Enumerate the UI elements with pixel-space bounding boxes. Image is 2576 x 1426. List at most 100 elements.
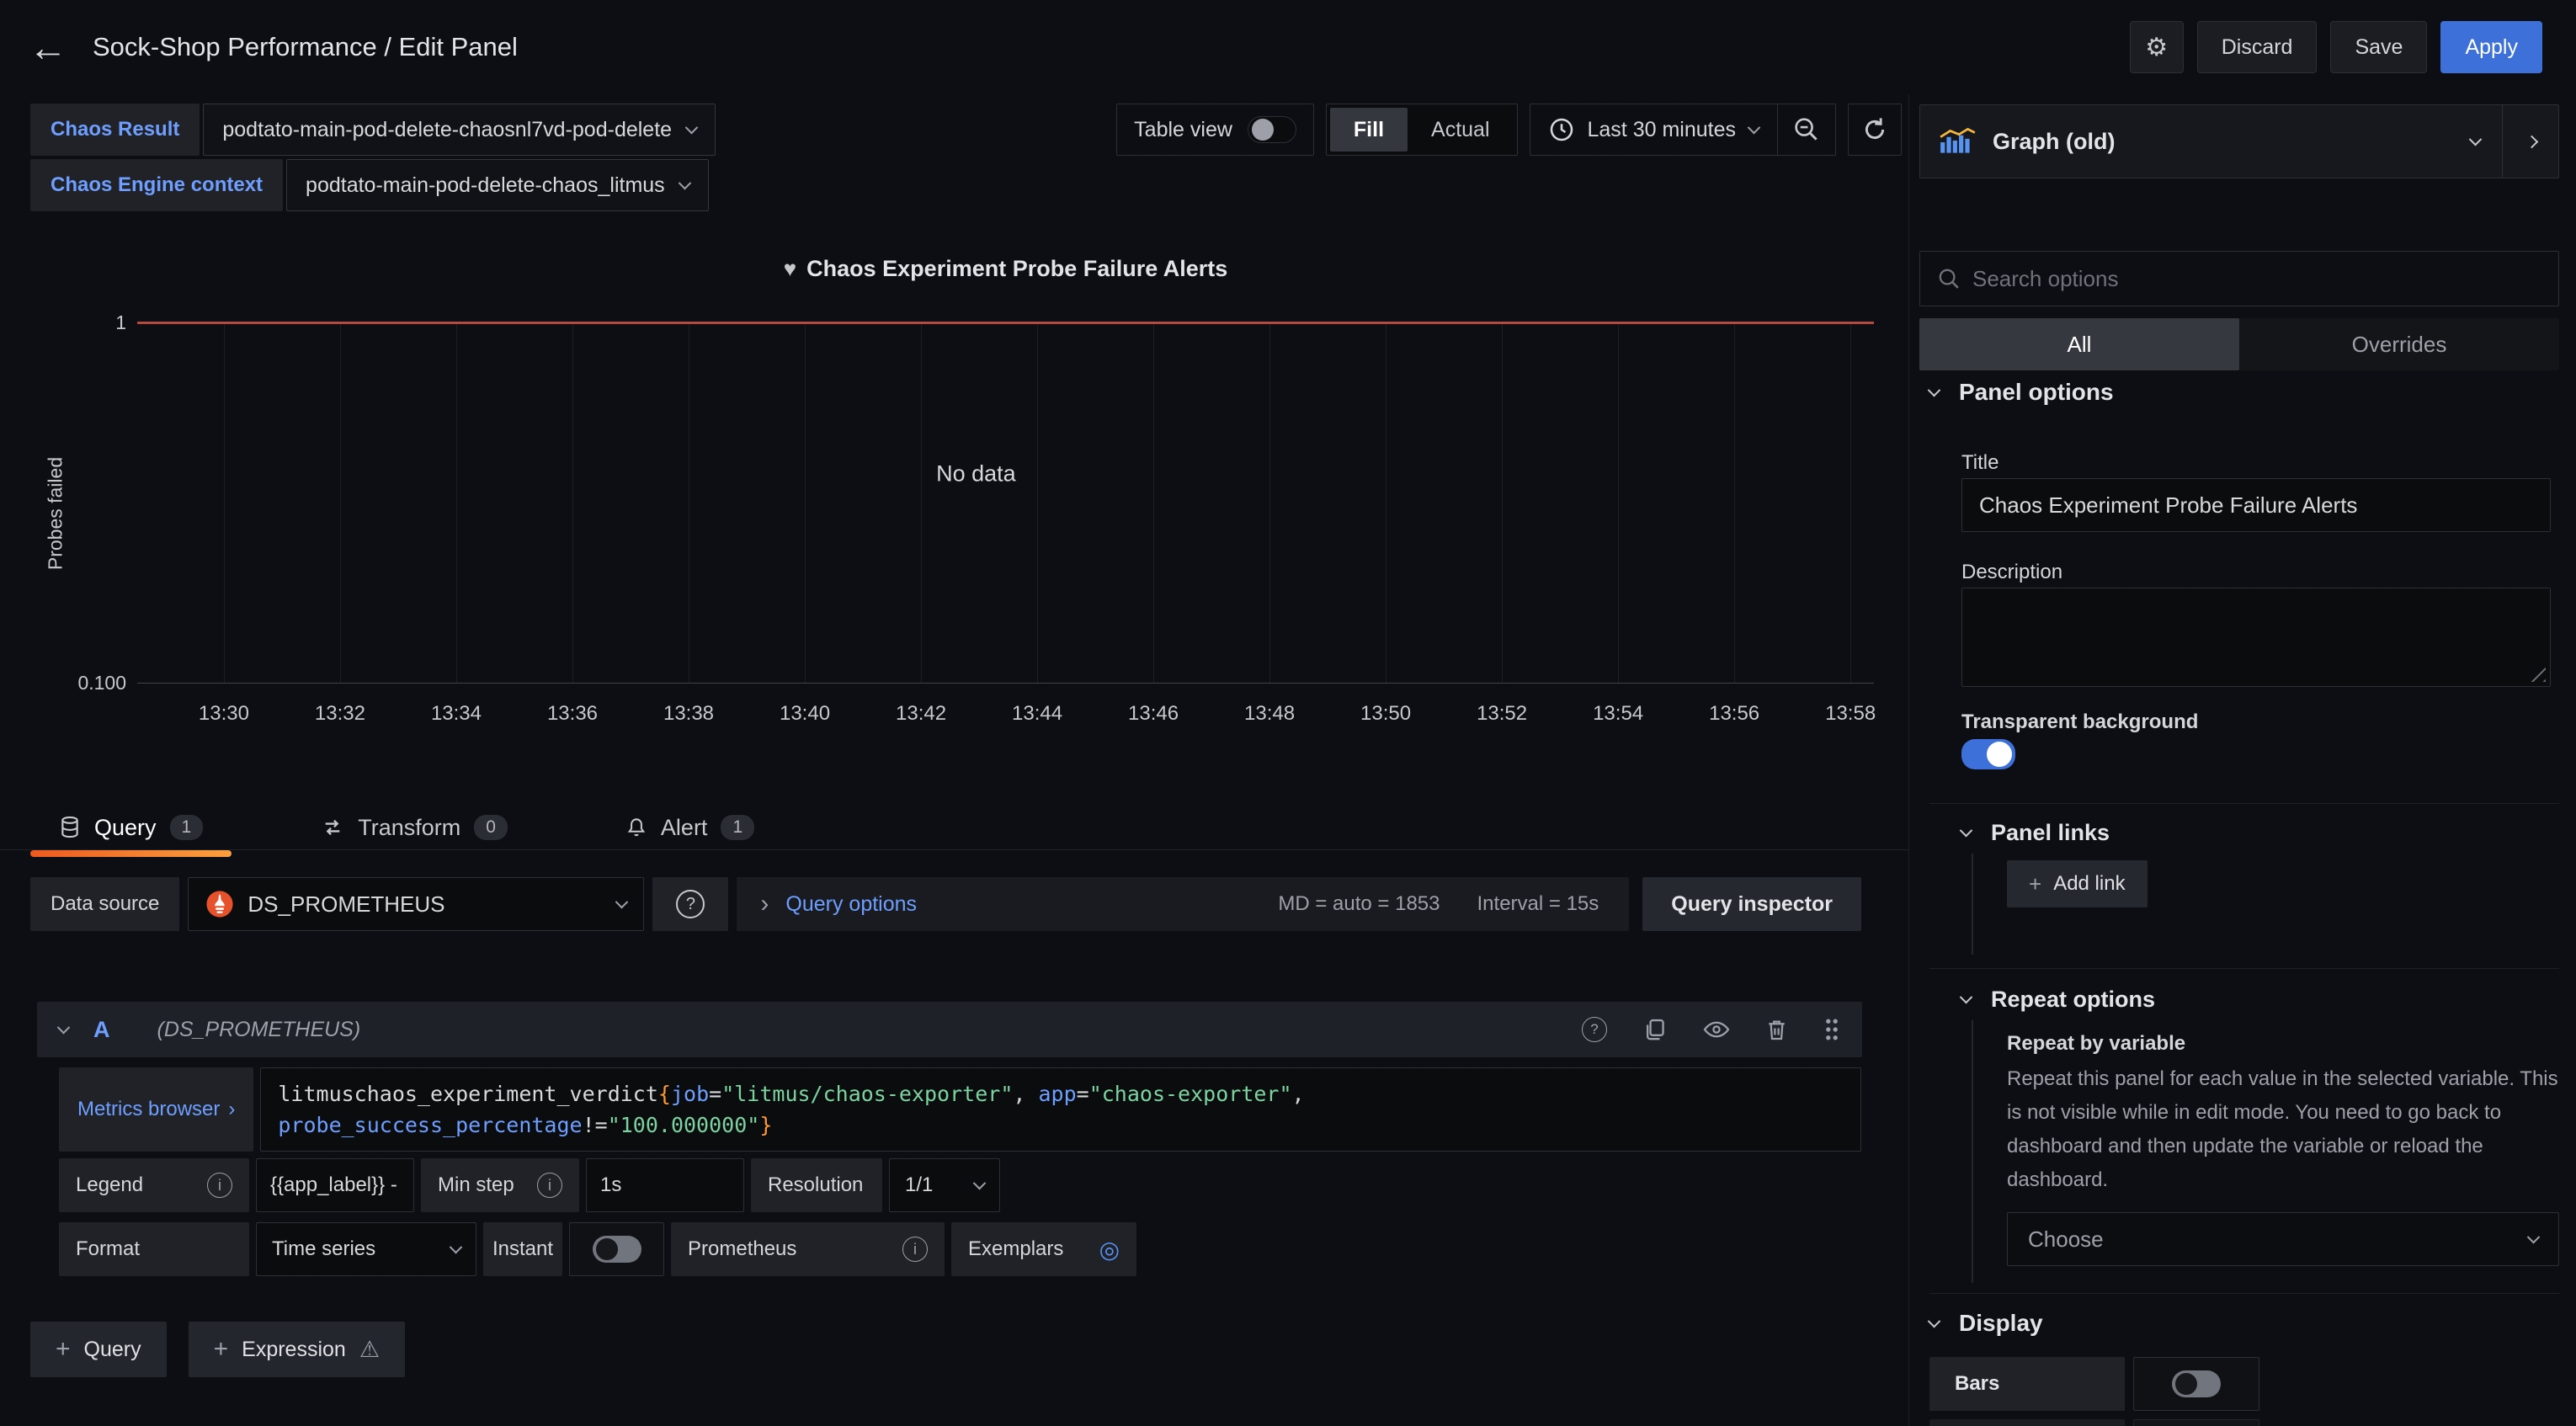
x-tick-label: 13:38: [663, 702, 714, 726]
table-view-label: Table view: [1134, 118, 1232, 142]
time-range-button[interactable]: Last 30 minutes: [1530, 117, 1778, 142]
y-axis-label: Probes failed: [45, 457, 67, 570]
actual-option[interactable]: Actual: [1408, 108, 1513, 152]
resolution-select[interactable]: 1/1: [889, 1158, 1000, 1212]
tab-overrides[interactable]: Overrides: [2239, 318, 2559, 370]
info-icon[interactable]: i: [207, 1173, 232, 1198]
gridline: [224, 322, 225, 683]
instant-toggle-box: [569, 1222, 664, 1276]
next-option-row-clipped: [1929, 1419, 2259, 1426]
variable-value-dropdown[interactable]: podtato-main-pod-delete-chaos_litmus: [286, 159, 709, 211]
tab-alert[interactable]: Alert 1: [597, 806, 783, 849]
drag-handle-icon[interactable]: [1823, 1018, 1840, 1041]
options-search-input[interactable]: [1972, 266, 2541, 292]
metrics-browser-button[interactable]: Metrics browser ›: [59, 1067, 253, 1152]
tab-count-badge: 1: [721, 815, 754, 840]
add-expression-button[interactable]: + Expression ⚠: [189, 1322, 405, 1377]
panel-settings-button[interactable]: ⚙: [2130, 21, 2184, 73]
back-arrow-icon[interactable]: ←: [29, 28, 67, 67]
bars-toggle[interactable]: [2172, 1370, 2221, 1397]
chevron-down-icon: [678, 176, 691, 189]
tab-transform[interactable]: Transform 0: [292, 806, 536, 849]
add-query-button[interactable]: + Query: [30, 1322, 167, 1377]
x-tick-label: 13:52: [1477, 702, 1527, 726]
section-display[interactable]: Display: [1929, 1310, 2043, 1337]
legend-input[interactable]: [256, 1158, 414, 1212]
x-tick-label: 13:48: [1244, 702, 1295, 726]
toggle-viz-list-button[interactable]: [2503, 105, 2558, 178]
gridline: [1734, 322, 1735, 683]
refresh-button[interactable]: [1848, 104, 1902, 156]
collapse-query-icon[interactable]: [57, 1020, 71, 1034]
panel-title-input[interactable]: [1961, 478, 2551, 532]
options-search: [1919, 251, 2559, 306]
section-panel-links[interactable]: Panel links: [1961, 820, 2110, 846]
chart-title: ♥Chaos Experiment Probe Failure Alerts: [137, 256, 1874, 282]
query-options-bar[interactable]: › Query options MD = auto = 1853 Interva…: [737, 877, 1629, 931]
delete-query-icon[interactable]: [1765, 1018, 1788, 1042]
query-options-row-2: Format Time series Instant Prometheusi E…: [59, 1222, 1136, 1276]
chevron-down-icon: [2469, 132, 2483, 146]
interval: Interval = 15s: [1477, 892, 1599, 916]
table-view-control: Table view: [1116, 104, 1314, 156]
promql-expression[interactable]: litmuschaos_experiment_verdict{job="litm…: [260, 1067, 1861, 1152]
info-icon[interactable]: i: [902, 1237, 928, 1262]
query-row-header[interactable]: A (DS_PROMETHEUS) ?: [37, 1002, 1862, 1057]
transparent-background-toggle[interactable]: [1961, 739, 2015, 769]
page-title: Sock-Shop Performance / Edit Panel: [93, 32, 518, 62]
tab-label: Alert: [661, 815, 708, 841]
plot-area[interactable]: No data: [137, 322, 1874, 684]
duplicate-query-icon[interactable]: [1642, 1017, 1668, 1042]
repeat-help-text: Repeat this panel for each value in the …: [2007, 1062, 2559, 1197]
chevron-down-icon: [1748, 120, 1761, 134]
gridline: [340, 322, 341, 683]
save-button[interactable]: Save: [2330, 21, 2427, 73]
bars-toggle-box: [2133, 1357, 2259, 1411]
format-select[interactable]: Time series: [256, 1222, 476, 1276]
database-icon: [59, 816, 81, 839]
warning-icon: ⚠: [359, 1337, 380, 1363]
table-view-toggle[interactable]: [1248, 116, 1296, 143]
x-tick-label: 13:42: [896, 702, 946, 726]
fill-option[interactable]: Fill: [1330, 108, 1408, 152]
panel-links-body: + Add link: [1972, 854, 2559, 955]
resize-handle-icon[interactable]: [2531, 667, 2546, 682]
x-tick-label: 13:56: [1709, 702, 1759, 726]
tab-label: Transform: [358, 815, 460, 841]
x-tick-label: 13:36: [547, 702, 598, 726]
info-icon[interactable]: i: [537, 1173, 562, 1198]
datasource-help-button[interactable]: ?: [652, 877, 728, 931]
instant-toggle[interactable]: [593, 1236, 641, 1263]
options-tabs: All Overrides: [1919, 318, 2559, 370]
exemplars-icon[interactable]: ◎: [1099, 1236, 1120, 1264]
gridline: [1502, 322, 1503, 683]
tab-count-badge: 1: [170, 815, 204, 840]
query-help-icon[interactable]: ?: [1582, 1017, 1607, 1042]
panel-description-input[interactable]: [1961, 588, 2551, 687]
section-panel-options[interactable]: Panel options: [1929, 379, 2114, 406]
gridline: [456, 322, 457, 683]
query-inspector-button[interactable]: Query inspector: [1642, 877, 1861, 931]
tabs-divider: [0, 849, 1908, 850]
variable-value-dropdown[interactable]: podtato-main-pod-delete-chaosnl7vd-pod-d…: [203, 104, 716, 156]
add-link-button[interactable]: + Add link: [2007, 860, 2148, 907]
prometheus-icon: [205, 890, 234, 918]
discard-button[interactable]: Discard: [2197, 21, 2318, 73]
min-step-input[interactable]: [586, 1158, 744, 1212]
tab-query[interactable]: Query 1: [30, 806, 232, 849]
query-ref-id: A: [93, 1017, 110, 1043]
threshold-line-series: [137, 322, 1874, 324]
x-tick-label: 13:54: [1593, 702, 1643, 726]
apply-button[interactable]: Apply: [2440, 21, 2542, 73]
zoom-out-time-button[interactable]: [1777, 104, 1835, 155]
tab-all[interactable]: All: [1919, 318, 2239, 370]
plus-icon: +: [2029, 871, 2041, 897]
viz-name: Graph (old): [1993, 129, 2115, 155]
repeat-variable-select[interactable]: Choose: [2007, 1212, 2559, 1266]
toggle-visibility-icon[interactable]: [1703, 1020, 1730, 1039]
datasource-picker[interactable]: DS_PROMETHEUS: [188, 877, 644, 931]
section-repeat-options[interactable]: Repeat options: [1961, 987, 2155, 1013]
visualization-picker[interactable]: Graph (old): [1919, 104, 2559, 178]
query-options-summary: MD = auto = 1853 Interval = 15s: [1278, 892, 1605, 916]
x-tick-label: 13:34: [431, 702, 482, 726]
